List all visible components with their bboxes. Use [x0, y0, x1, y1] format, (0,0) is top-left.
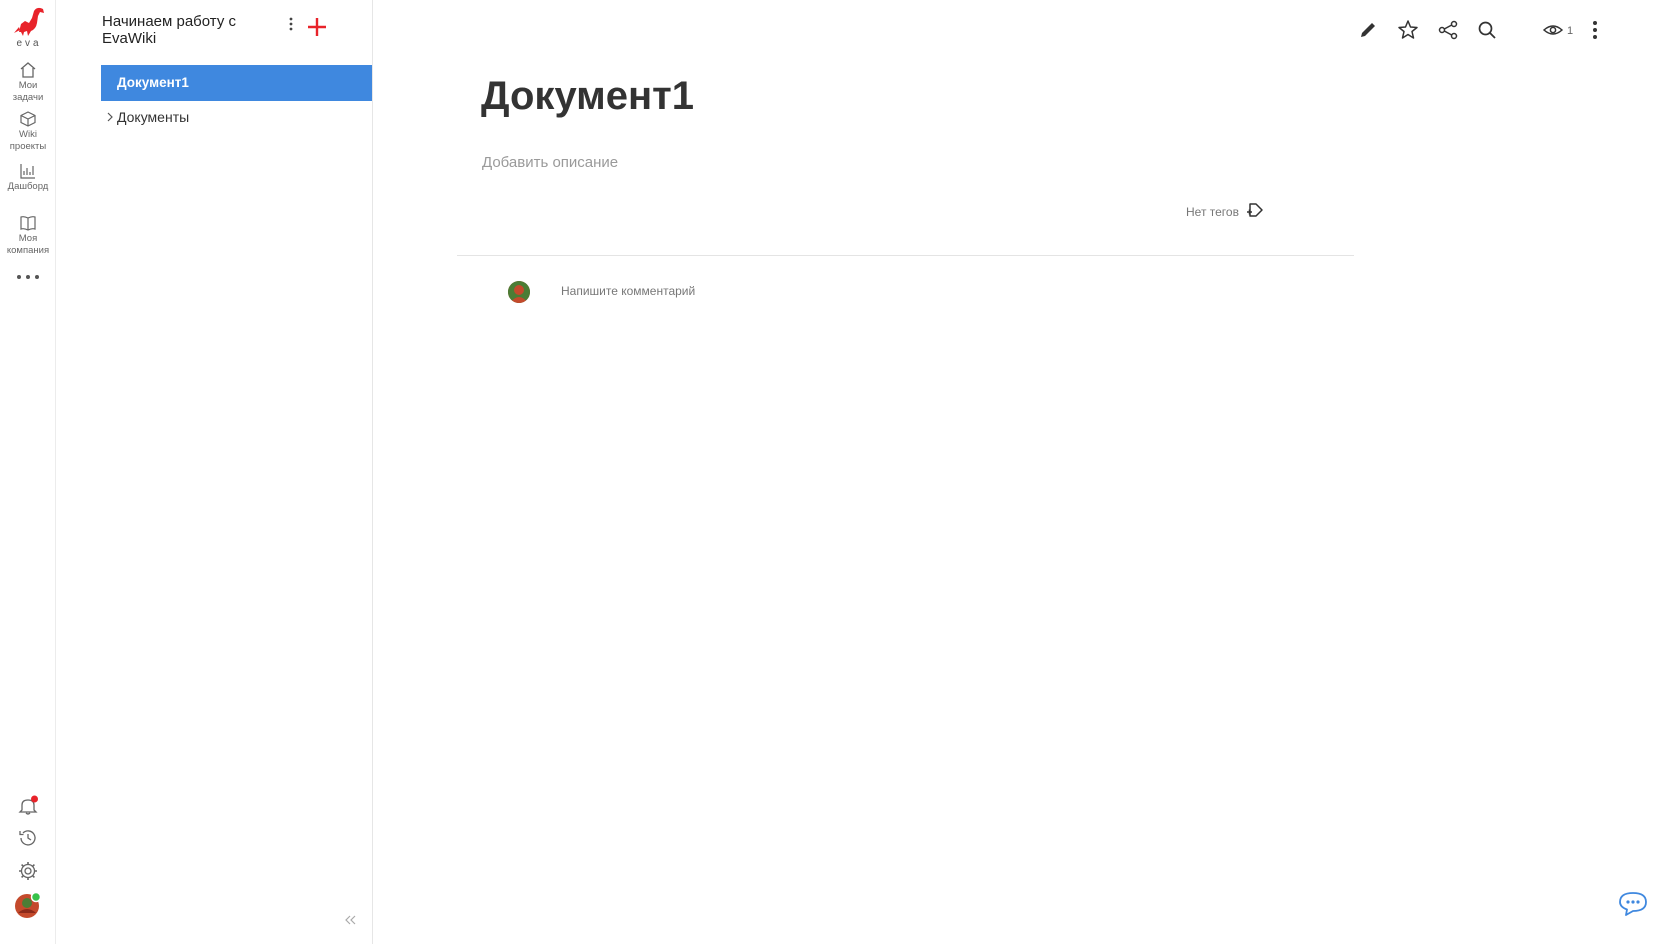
rail-item-label: компания — [6, 245, 50, 256]
history-icon — [19, 830, 36, 846]
star-icon — [1398, 20, 1418, 39]
description-field[interactable]: Добавить описание — [482, 154, 618, 171]
edit-button[interactable] — [1356, 18, 1380, 42]
space-title[interactable]: Начинаем работу с EvaWiki — [102, 13, 272, 47]
comment-avatar — [508, 281, 530, 303]
comment-input[interactable]: Напишите комментарий — [561, 284, 695, 298]
more-dots-icon[interactable] — [15, 272, 41, 282]
watchers-button[interactable] — [1541, 18, 1565, 42]
space-menu-icon[interactable] — [287, 16, 295, 32]
cube-icon — [20, 111, 36, 127]
search-button[interactable] — [1475, 18, 1499, 42]
left-rail: eva Мои задачи Wiki проекты Дашборд Моя … — [0, 0, 56, 944]
favorite-button[interactable] — [1396, 18, 1420, 42]
rail-item-my-tasks[interactable]: Мои задачи — [0, 61, 56, 103]
rail-item-label: Дашборд — [7, 181, 49, 192]
avatar — [508, 281, 530, 303]
rail-item-label: Мои — [18, 80, 38, 91]
user-avatar-button[interactable] — [0, 891, 56, 924]
bell-icon — [18, 795, 38, 815]
gear-icon — [19, 862, 37, 880]
logo-wordmark: eva — [16, 38, 42, 49]
avatar — [15, 891, 42, 918]
tree-item-documents[interactable]: Документы — [101, 101, 372, 133]
search-icon — [1478, 21, 1496, 39]
pencil-icon — [1361, 23, 1375, 37]
history-button[interactable] — [0, 827, 56, 854]
watchers-count: 1 — [1567, 25, 1574, 37]
share-button[interactable] — [1436, 18, 1460, 42]
rail-item-dashboard[interactable]: Дашборд — [0, 162, 56, 192]
tags-label: Нет тегов — [1186, 205, 1239, 219]
wiki-tree-panel: Начинаем работу с EvaWiki Документ1 Доку… — [56, 0, 373, 944]
rail-item-label: Моя — [18, 233, 38, 244]
home-icon — [20, 62, 36, 78]
add-tag-icon[interactable] — [1246, 201, 1264, 219]
rail-item-label: задачи — [12, 92, 44, 103]
content-divider — [457, 255, 1354, 256]
rail-item-label: проекты — [9, 141, 47, 152]
settings-button[interactable] — [0, 860, 56, 887]
rail-item-wiki-projects[interactable]: Wiki проекты — [0, 110, 56, 152]
dino-logo-icon — [14, 7, 44, 36]
tree-item-active[interactable]: Документ1 — [101, 65, 372, 101]
chat-support-icon[interactable] — [1618, 891, 1648, 917]
chevron-right-icon[interactable] — [106, 112, 114, 122]
rail-item-label: Wiki — [19, 129, 37, 140]
rail-item-my-company[interactable]: Моя компания — [0, 214, 56, 256]
page-title: Документ1 — [481, 74, 694, 118]
tree-item-label: Документы — [117, 109, 190, 125]
eva-logo[interactable]: eva — [10, 6, 48, 50]
add-page-icon[interactable] — [306, 16, 328, 38]
app-root: eva Мои задачи Wiki проекты Дашборд Моя … — [0, 0, 1672, 944]
chart-icon — [20, 164, 35, 179]
kebab-icon — [1593, 21, 1597, 39]
book-icon — [20, 216, 36, 231]
collapse-panel-icon[interactable] — [342, 914, 358, 926]
notifications-button[interactable] — [0, 795, 56, 822]
more-actions-button[interactable] — [1583, 18, 1607, 42]
eye-icon — [1542, 25, 1564, 35]
share-icon — [1438, 20, 1458, 40]
